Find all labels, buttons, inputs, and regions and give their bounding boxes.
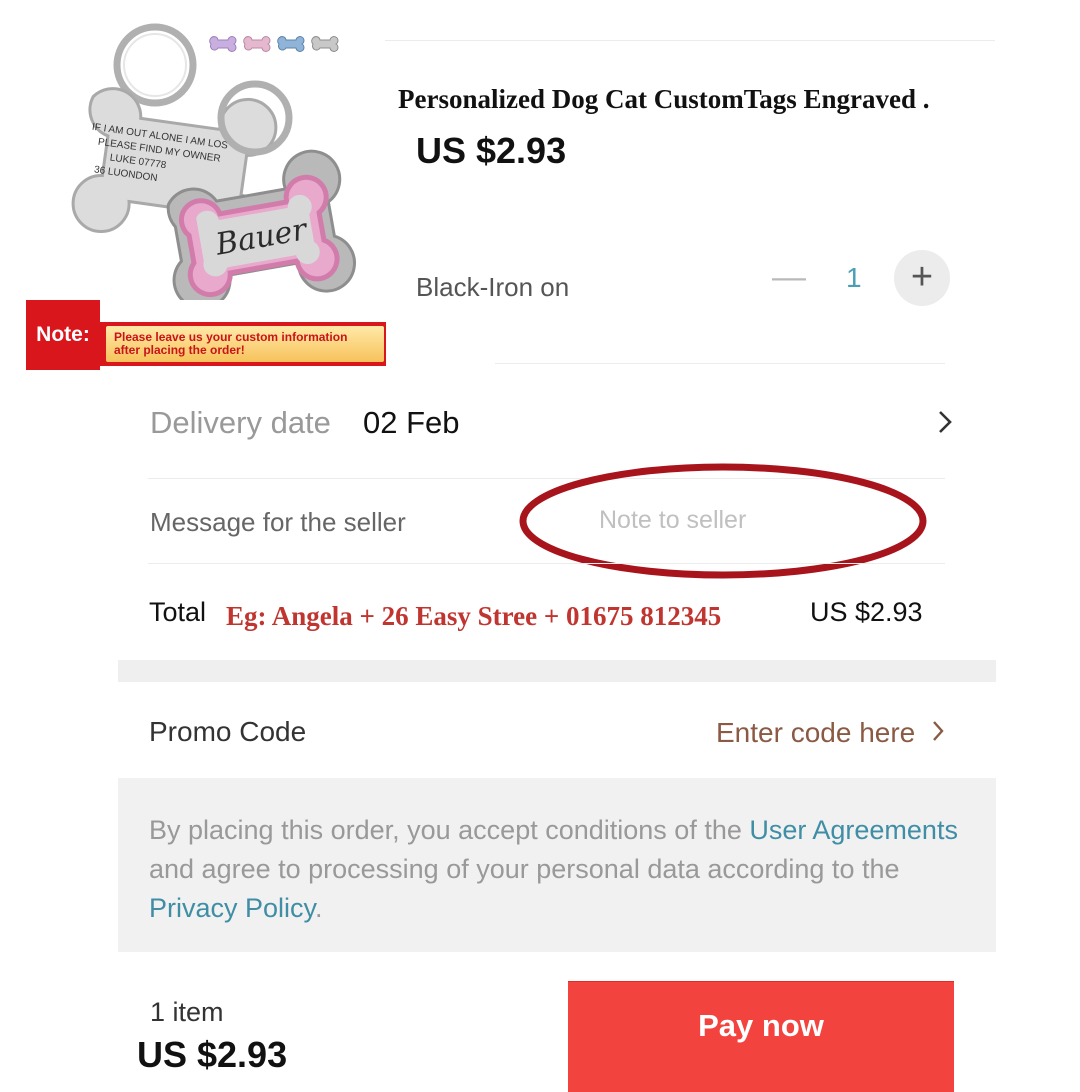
product-title: Personalized Dog Cat CustomTags Engraved… — [398, 84, 930, 114]
note-tag: Note: — [26, 300, 100, 370]
promo-code-label: Promo Code — [149, 716, 307, 747]
agreement-text-3: . — [315, 893, 323, 923]
section-separator — [118, 660, 996, 682]
promo-code-link[interactable]: Enter code here — [716, 716, 947, 749]
color-swatches[interactable] — [208, 34, 340, 54]
note-banner: Note: Please leave us your custom inform… — [26, 300, 386, 370]
pay-now-button[interactable]: Pay now — [568, 982, 954, 1092]
promo-code-link-text: Enter code here — [716, 717, 916, 748]
swatch-icon[interactable] — [208, 34, 238, 54]
total-label: Total — [149, 597, 207, 627]
order-total-price: US $2.93 — [137, 1034, 288, 1075]
delivery-date-row[interactable] — [932, 404, 958, 440]
seller-message-label: Message for the seller — [150, 507, 406, 537]
agreement-text-2: and agree to processing of your personal… — [149, 854, 900, 884]
delivery-date-value: 02 Feb — [363, 405, 460, 440]
item-count: 1 item — [150, 997, 224, 1027]
agreement-notice: By placing this order, you accept condit… — [118, 778, 996, 952]
quantity-value: 1 — [846, 262, 862, 293]
chevron-right-icon — [939, 411, 952, 433]
swatch-icon[interactable] — [276, 34, 306, 54]
divider — [495, 363, 945, 364]
divider — [148, 563, 945, 564]
chevron-right-icon — [933, 721, 944, 741]
agreement-text-1: By placing this order, you accept condit… — [149, 815, 750, 845]
quantity-decrease-button[interactable]: — — [772, 260, 806, 294]
user-agreements-link[interactable]: User Agreements — [749, 815, 958, 845]
delivery-date-label: Delivery date — [150, 405, 331, 440]
swatch-icon[interactable] — [242, 34, 272, 54]
product-price: US $2.93 — [416, 130, 567, 171]
quantity-increase-button[interactable]: + — [894, 250, 950, 306]
swatch-icon[interactable] — [310, 34, 340, 54]
note-message: Please leave us your custom information … — [106, 326, 384, 362]
example-annotation: Eg: Angela + 26 Easy Stree + 01675 81234… — [226, 601, 722, 631]
product-variant: Black-Iron on — [416, 272, 570, 302]
note-line-2: after placing the order! — [114, 343, 245, 357]
divider — [385, 40, 995, 41]
total-value: US $2.93 — [810, 597, 923, 627]
privacy-policy-link[interactable]: Privacy Policy — [149, 893, 315, 923]
